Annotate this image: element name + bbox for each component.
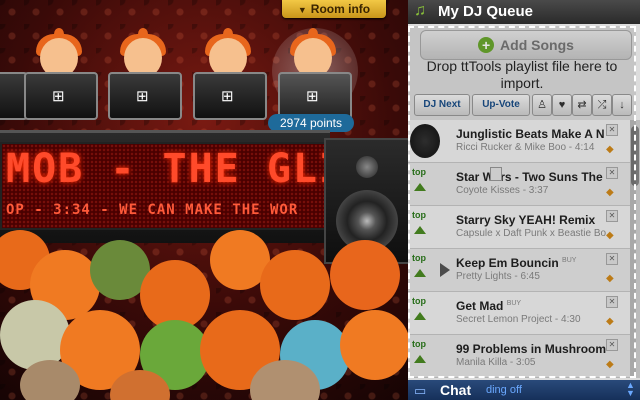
file-drag-cursor-icon [490,167,502,181]
ding-toggle[interactable]: ding off [486,384,522,396]
dj-avatar-current[interactable]: ⊞ [278,28,352,120]
audience-crowd [0,220,408,400]
chat-label: Chat [440,382,472,398]
dj-avatar[interactable]: ⊞ [193,28,267,120]
room-info-button[interactable]: ▼ Room info [282,0,386,18]
dj-avatar[interactable]: ⊞ [24,28,98,120]
laptop-icon: ⊞ [24,72,98,120]
music-note-icon: ♫ [414,2,426,19]
queue-title: My DJ Queue [438,3,534,20]
drop-zone[interactable]: Drop ttTools playlist file here to impor… [408,26,636,378]
queue-header: ♫ My DJ Queue [408,0,640,24]
dj-avatar[interactable]: ⊞ [0,38,28,120]
windows-logo-icon: ⊞ [136,88,149,105]
dj-avatar[interactable]: ⊞ [108,28,182,120]
expand-arrows-icon[interactable]: ▲ ▼ [626,381,635,398]
windows-logo-icon: ⊞ [221,88,234,105]
laptop-icon: ⊞ [108,72,182,120]
marquee-title: MOB - THE GLIT [6,146,328,192]
laptop-icon: ⊞ [278,72,352,120]
drop-zone-message: Drop ttTools playlist file here to impor… [426,58,618,91]
chat-bubble-icon: ▭ [414,383,427,398]
laptop-icon: ⊞ [193,72,267,120]
room-info-label: Room info [310,2,371,16]
marquee-subtitle: OP - 3:34 - WE CAN MAKE THE WOR [6,202,299,218]
windows-logo-icon: ⊞ [52,88,65,105]
windows-logo-icon: ⊞ [306,88,319,105]
now-playing-marquee: MOB - THE GLIT OP - 3:34 - WE CAN MAKE T… [0,142,330,230]
chat-bar[interactable]: ▭ Chat ding off ▲ ▼ [408,380,640,400]
chevron-down-icon: ▼ [297,5,307,15]
room-stage: ▼Room info ⊞ ⊞ ⊞ ⊞ ⊞ 2974 points MOB - T… [0,0,408,400]
